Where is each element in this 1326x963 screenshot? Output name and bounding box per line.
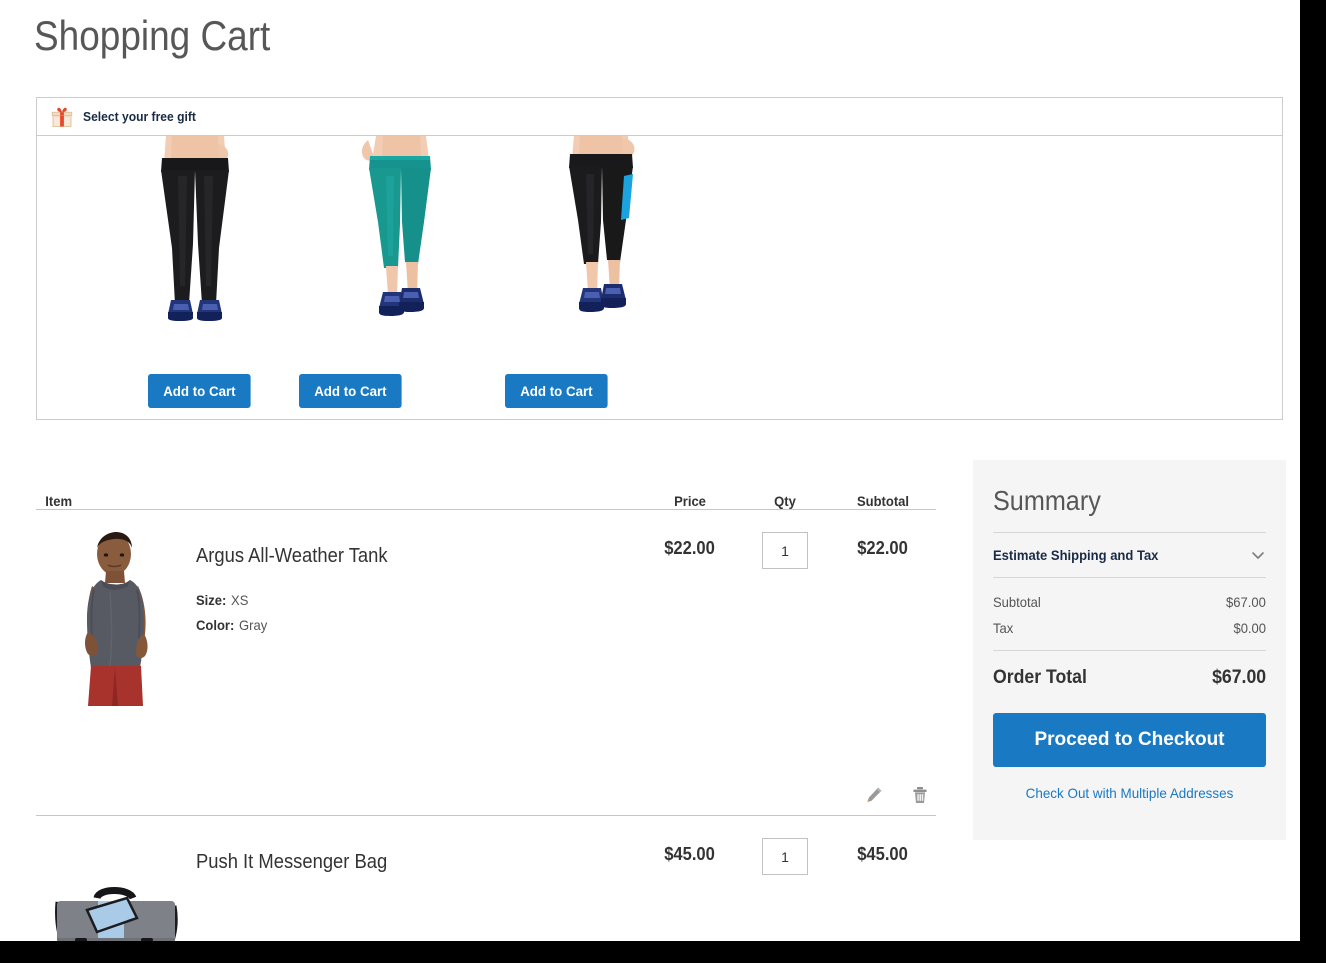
free-gift-panel: Select your free gift Add to Cart Add to… [36,97,1283,420]
product-thumbnail[interactable] [36,834,196,941]
option-label: Size: [196,592,227,608]
qty-input[interactable] [762,532,808,569]
subtotal-row: Subtotal $67.00 [993,578,1266,610]
qty-input[interactable] [762,838,808,875]
tax-label: Tax [993,620,1014,636]
tax-value: $0.00 [1233,620,1266,636]
order-summary-panel: Summary Estimate Shipping and Tax Subtot… [973,460,1286,840]
cart-qty-cell [740,510,830,815]
item-subtotal: $45.00 [857,844,909,864]
option-value: XS [231,592,249,608]
cart-price-cell: $22.00 [640,510,740,815]
product-details: Push It Messenger Bag [196,834,404,941]
proceed-to-checkout-button[interactable]: Proceed to Checkout [993,713,1266,767]
estimate-shipping-toggle[interactable]: Estimate Shipping and Tax [993,533,1266,577]
estimate-shipping-label: Estimate Shipping and Tax [993,547,1159,563]
column-header-item: Item [45,493,73,509]
item-price: $22.00 [664,538,716,558]
row-actions [864,785,930,805]
option-value: Gray [238,617,268,633]
tax-row: Tax $0.00 [993,610,1266,648]
product-option: Size: XS [196,588,390,613]
product-details: Argus All-Weather Tank Size: XS Color: Gra… [196,528,404,815]
page-title: Shopping Cart [34,12,271,59]
screen-edge-right [1300,0,1326,963]
screen-edge-bottom [0,941,1326,963]
cart-subtotal-cell: $45.00 [830,816,936,941]
subtotal-label: Subtotal [993,594,1041,610]
order-total-row: Order Total $67.00 [993,650,1266,689]
gift-box-icon [51,106,73,128]
teal-capri-leggings-image[interactable] [298,136,504,326]
trash-icon[interactable] [910,785,930,805]
subtotal-value: $67.00 [1226,594,1266,610]
column-header-subtotal: Subtotal [856,493,910,509]
cart-qty-cell [740,816,830,941]
chevron-down-icon [1250,547,1266,563]
add-to-cart-button[interactable]: Add to Cart [299,374,402,408]
add-to-cart-button[interactable]: Add to Cart [148,374,251,408]
product-options: Size: XS Color: Gray [196,588,404,638]
multiple-addresses-link[interactable]: Check Out with Multiple Addresses [998,785,1260,801]
free-gift-header: Select your free gift [37,98,1282,136]
cart-item-cell: Push It Messenger Bag [36,816,640,941]
gift-option: Add to Cart [92,136,298,419]
cart-page: Shopping Cart Select your free gift Add … [0,0,1300,941]
black-full-length-leggings-image[interactable] [92,136,298,326]
product-thumbnail[interactable] [36,528,196,815]
item-price: $45.00 [664,844,716,864]
add-to-cart-button[interactable]: Add to Cart [505,374,608,408]
summary-title: Summary [993,485,1101,516]
free-gift-items: Add to Cart Add to Cart Add to Cart [37,136,1282,419]
cart-price-cell: $45.00 [640,816,740,941]
gift-option: Add to Cart [298,136,504,419]
gift-option: Add to Cart [504,136,710,419]
free-gift-heading: Select your free gift [83,109,196,124]
black-capri-leggings-blue-accent-image[interactable] [504,136,710,326]
product-option: Color: Gray [196,613,390,638]
cart-subtotal-cell: $22.00 [830,510,936,815]
table-row: Push It Messenger Bag $45.00 $45.00 [36,816,936,941]
cart-table-header: Item Price Qty Subtotal [36,462,936,510]
cart-table: Item Price Qty Subtotal Argus All-Weathe… [36,462,936,941]
order-total-value: $67.00 [1211,667,1266,688]
order-total-label: Order Total [993,667,1087,688]
product-name[interactable]: Push It Messenger Bag [196,850,387,874]
cart-item-cell: Argus All-Weather Tank Size: XS Color: Gra… [36,510,640,815]
product-name[interactable]: Argus All-Weather Tank [196,544,388,568]
table-row: Argus All-Weather Tank Size: XS Color: Gra… [36,510,936,816]
edit-icon[interactable] [864,785,884,805]
item-subtotal: $22.00 [857,538,909,558]
column-header-qty: Qty [774,493,796,509]
column-header-price: Price [674,493,706,509]
option-label: Color: [196,617,235,633]
